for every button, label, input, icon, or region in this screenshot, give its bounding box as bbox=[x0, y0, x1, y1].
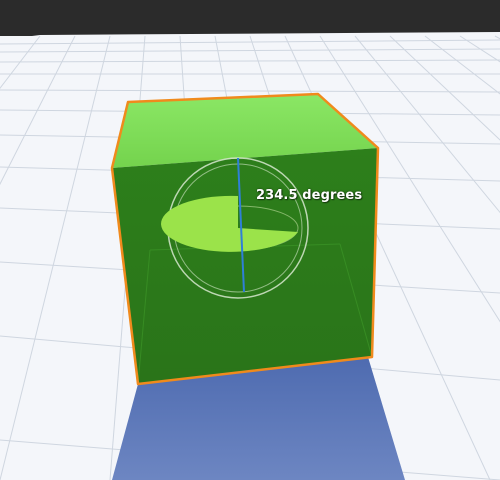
scene-viewport[interactable]: 234.5 degrees bbox=[0, 0, 500, 480]
cube-front-face[interactable] bbox=[112, 148, 378, 384]
scene-canvas[interactable] bbox=[0, 0, 500, 480]
viewport-sky bbox=[0, 0, 500, 36]
rotation-angle-label: 234.5 degrees bbox=[256, 188, 363, 203]
